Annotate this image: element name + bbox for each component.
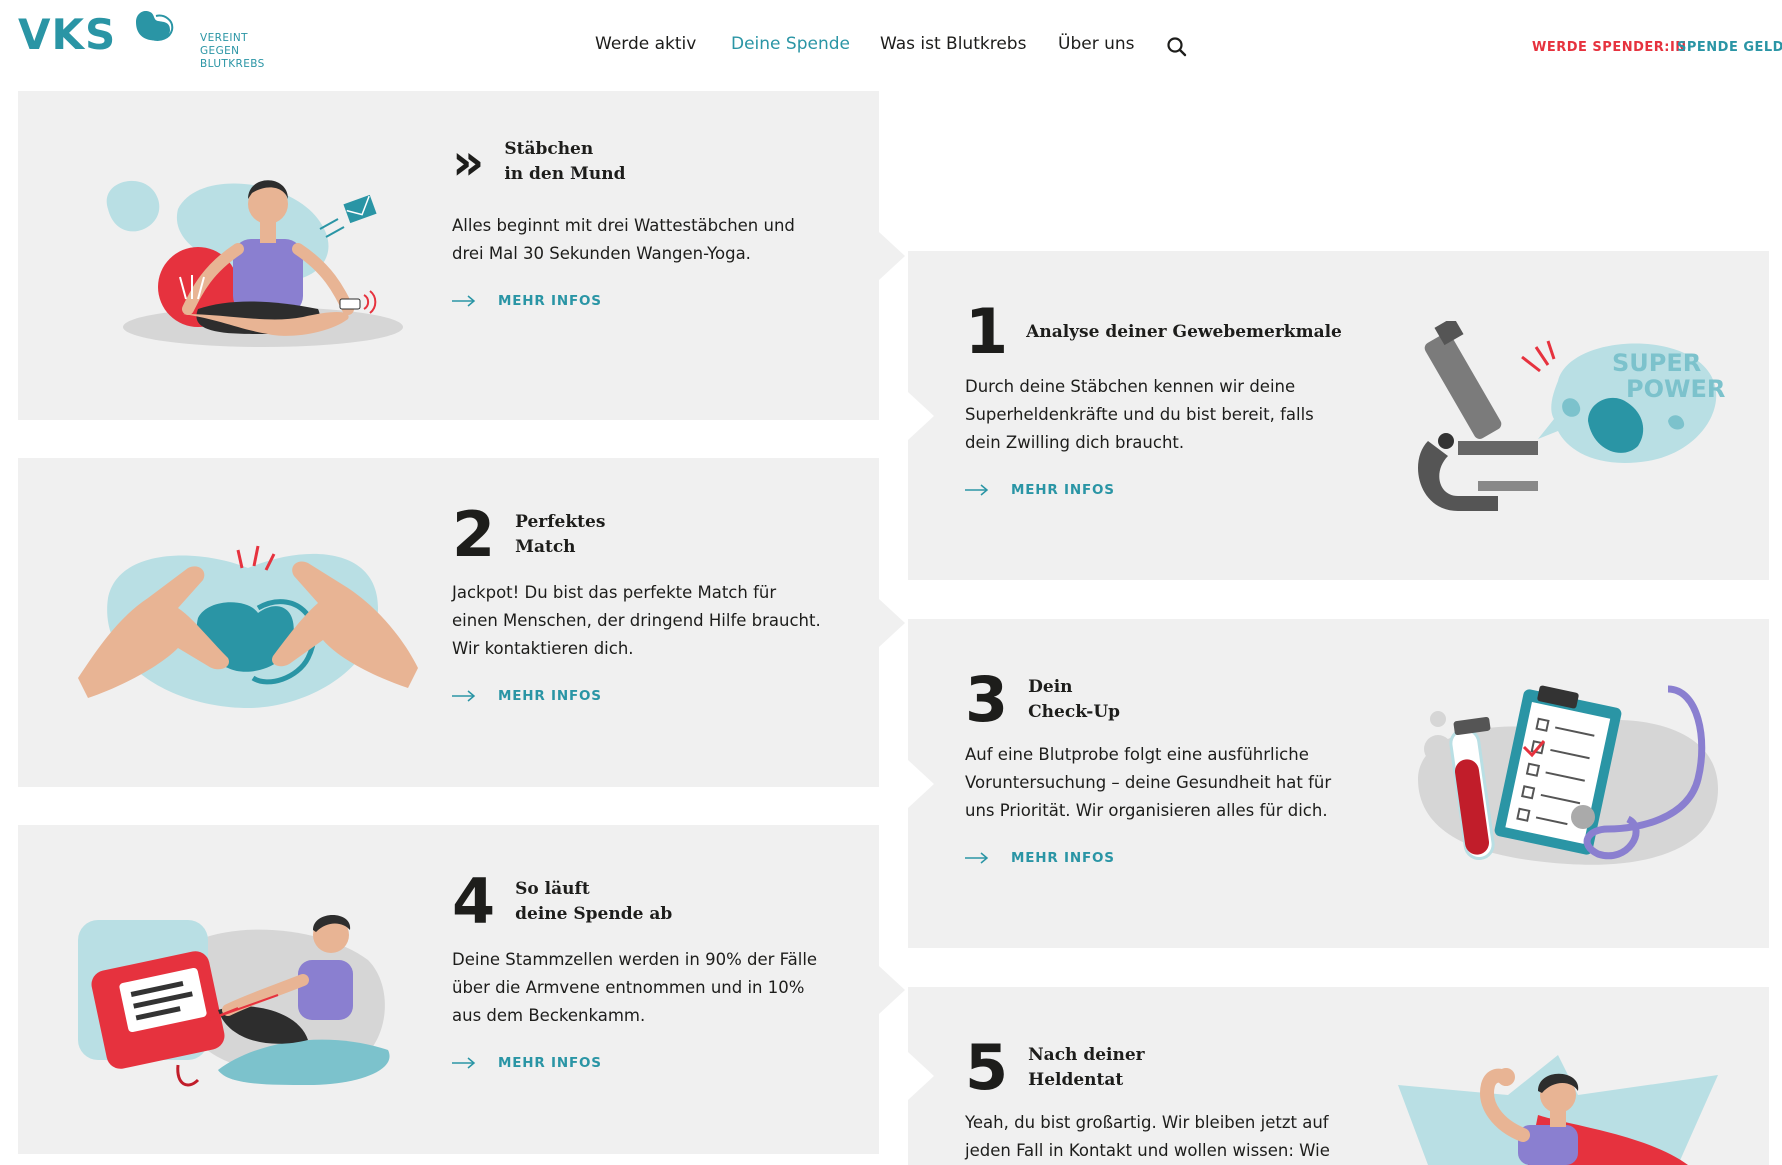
step-title: Nach deiner Heldentat (1028, 1043, 1144, 1093)
step-description: Auf eine Blutprobe folgt eine ausführlic… (965, 741, 1331, 825)
step-title-line1: Analyse deiner Gewebemerkmale (1026, 321, 1342, 342)
step-text-line: Jackpot! Du bist das perfekte Match für (452, 583, 777, 602)
more-info-link[interactable]: MEHR INFOS (965, 482, 1115, 498)
more-info-label: MEHR INFOS (498, 688, 602, 704)
step-title-line2: deine Spende ab (515, 904, 673, 924)
step-number: 1 (965, 295, 1008, 368)
step-card-analysis: 1 Analyse deiner Gewebemerkmale Durch de… (908, 251, 1769, 580)
step-description: Deine Stammzellen werden in 90% der Fäll… (452, 946, 817, 1030)
arrow-right-icon (965, 852, 989, 864)
blood-bag-donor-icon (78, 915, 390, 1087)
step-text-line: uns Priorität. Wir organisieren alles fü… (965, 801, 1328, 820)
more-info-link[interactable]: MEHR INFOS (452, 688, 602, 704)
logo-drop-icon (136, 11, 174, 41)
step-card-checkup: 3 Dein Check-Up Auf eine Blutprobe folgt… (908, 619, 1769, 948)
arrow-right-icon (965, 484, 989, 496)
more-info-link[interactable]: MEHR INFOS (452, 293, 602, 309)
step-title-line2: Match (515, 537, 576, 557)
step-text-line: über die Armvene entnommen und in 10% (452, 978, 805, 997)
step-number: 4 (452, 865, 495, 938)
superhero-flexing-icon (1398, 1055, 1718, 1165)
more-info-label: MEHR INFOS (498, 1055, 602, 1071)
step-text-line: drei Mal 30 Sekunden Wangen-Yoga. (452, 244, 751, 263)
logo-claim-line1: VEREINT (200, 32, 248, 44)
step-title: So läuft deine Spende ab (515, 877, 672, 927)
step-text-line: einen Menschen, der dringend Hilfe brauc… (452, 611, 821, 630)
nav-item-was-ist-blutkrebs[interactable]: Was ist Blutkrebs (880, 34, 1026, 54)
step-description: Yeah, du bist großartig. Wir bleiben jet… (965, 1109, 1330, 1165)
step-title-line1: Dein (1028, 677, 1073, 697)
step-text-line: Alles beginnt mit drei Wattestäbchen und (452, 216, 795, 235)
step-text-line: Wir kontaktieren dich. (452, 639, 634, 658)
step-card-after: 5 Nach deiner Heldentat Yeah, du bist gr… (908, 987, 1769, 1165)
step-card-donation: 4 So läuft deine Spende ab Deine Stammze… (18, 825, 879, 1154)
site-logo[interactable]: VKS VEREINT GEGEN BLUTKREBS (18, 8, 288, 70)
arrow-right-icon (452, 295, 476, 307)
meditating-man-with-swab-icon (106, 180, 403, 347)
step-title: Analyse deiner Gewebemerkmale (1026, 320, 1342, 345)
more-info-label: MEHR INFOS (1011, 482, 1115, 498)
step-title-line1: Stäbchen (504, 139, 594, 159)
step-title-line2: Heldentat (1028, 1070, 1124, 1090)
become-donor-button[interactable]: WERDE SPENDER:IN (1532, 40, 1687, 55)
speech-bubble-text: POWER (1626, 375, 1725, 403)
more-info-label: MEHR INFOS (498, 293, 602, 309)
step-title: Perfektes Match (515, 510, 605, 560)
step-title-line1: Perfektes (515, 512, 606, 532)
step-text-line: Durch deine Stäbchen kennen wir deine (965, 377, 1296, 396)
step-heading: 4 So läuft deine Spende ab (452, 871, 672, 933)
nav-item-deine-spende[interactable]: Deine Spende (731, 34, 850, 54)
microscope-superpower-icon: SUPER POWER (1418, 321, 1725, 511)
step-text-line: Yeah, du bist großartig. Wir bleiben jet… (965, 1113, 1329, 1132)
speech-bubble-text: SUPER (1612, 349, 1701, 377)
step-title: Stäbchen in den Mund (504, 137, 625, 187)
step-text-line: jeden Fall in Kontakt und wollen wissen:… (965, 1141, 1330, 1160)
logo-text: VKS (18, 10, 117, 59)
more-info-link[interactable]: MEHR INFOS (452, 1055, 602, 1071)
step-heading: 1 Analyse deiner Gewebemerkmale (965, 301, 1342, 363)
step-title-line2: Check-Up (1028, 702, 1121, 722)
step-card-match: 2 Perfektes Match Jackpot! Du bist das p… (18, 458, 879, 787)
step-text-line: dein Zwilling dich braucht. (965, 433, 1185, 452)
more-info-link[interactable]: MEHR INFOS (965, 850, 1115, 866)
nav-item-werde-aktiv[interactable]: Werde aktiv (595, 34, 696, 54)
step-number: 5 (965, 1031, 1008, 1104)
site-header: VKS VEREINT GEGEN BLUTKREBS Werde aktiv … (0, 0, 1782, 88)
logo-claim-line2: GEGEN BLUTKREBS (200, 45, 265, 70)
logo-mark: VKS (18, 8, 174, 59)
logo-claim: VEREINT GEGEN BLUTKREBS (200, 32, 288, 71)
step-heading: 3 Dein Check-Up (965, 669, 1120, 731)
step-heading: » Stäbchen in den Mund (452, 137, 625, 187)
step-number: 3 (965, 663, 1008, 736)
arrow-right-icon (452, 690, 476, 702)
step-heading: 2 Perfektes Match (452, 504, 605, 566)
nav-item-ueber-uns[interactable]: Über uns (1058, 34, 1135, 54)
step-text-line: aus dem Beckenkamm. (452, 1006, 646, 1025)
step-title-line1: Nach deiner (1028, 1045, 1145, 1065)
donate-money-button[interactable]: SPENDE GELD (1677, 40, 1782, 55)
clipboard-stethoscope-icon (1418, 685, 1718, 865)
step-marker: » (452, 133, 484, 191)
step-title-line1: So läuft (515, 879, 590, 899)
step-card-swab: » Stäbchen in den Mund Alles beginnt mit… (18, 91, 879, 420)
step-description: Durch deine Stäbchen kennen wir deine Su… (965, 373, 1314, 457)
step-text-line: Superheldenkräfte und du bist bereit, fa… (965, 405, 1314, 424)
hands-forming-heart-icon (78, 545, 418, 708)
step-description: Alles beginnt mit drei Wattestäbchen und… (452, 212, 795, 268)
step-text-line: Auf eine Blutprobe folgt eine ausführlic… (965, 745, 1309, 764)
step-text-line: Deine Stammzellen werden in 90% der Fäll… (452, 950, 818, 969)
step-text-line: Voruntersuchung – deine Gesundheit hat f… (965, 773, 1332, 792)
arrow-right-icon (452, 1057, 476, 1069)
more-info-label: MEHR INFOS (1011, 850, 1115, 866)
step-number: 2 (452, 498, 495, 571)
step-heading: 5 Nach deiner Heldentat (965, 1037, 1145, 1099)
search-icon[interactable] (1166, 36, 1188, 58)
step-title: Dein Check-Up (1028, 675, 1120, 725)
step-description: Jackpot! Du bist das perfekte Match für … (452, 579, 821, 663)
step-title-line2: in den Mund (504, 164, 626, 184)
